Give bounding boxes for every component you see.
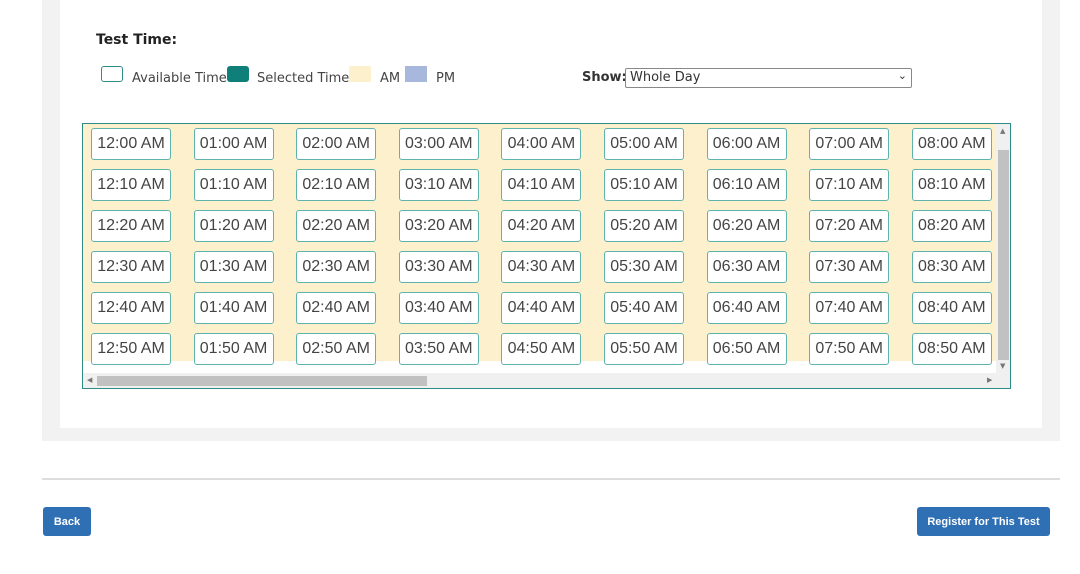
time-slot-grid: 12:00 AM 01:00 AM 02:00 AM 03:00 AM 04:00 AM… <box>82 123 1011 389</box>
time-slot-button[interactable]: 05:50 AM <box>604 333 684 365</box>
time-slot-button[interactable]: 06:50 AM <box>706 333 787 365</box>
time-slot-button[interactable]: 07:20 AM <box>809 210 890 242</box>
time-slot-button[interactable]: 04:10 AM <box>501 169 582 201</box>
time-slot-button[interactable]: 03:20 AM <box>398 210 479 242</box>
time-slot-button[interactable]: 06:20 AM <box>706 210 787 242</box>
time-slot-button[interactable]: 01:50 AM <box>193 333 274 365</box>
horizontal-scroll-thumb[interactable] <box>97 376 427 386</box>
time-slot-button[interactable]: 04:50 AM <box>501 333 582 365</box>
time-slot-button[interactable]: 02:50 AM <box>296 333 377 365</box>
time-slot-button[interactable]: 08:10 AM <box>911 169 992 201</box>
time-slot-button[interactable]: 02:20 AM <box>296 210 377 242</box>
time-slot-button[interactable]: 12:30 AM <box>91 251 171 283</box>
time-slot-button[interactable]: 05:00 AM <box>604 128 684 160</box>
time-slot-button[interactable]: 08:20 AM <box>911 210 992 242</box>
show-select[interactable]: Whole Day ⌄ <box>625 68 912 88</box>
am-swatch <box>349 66 371 82</box>
time-slot-button[interactable]: 06:10 AM <box>706 169 787 201</box>
available-swatch <box>101 66 123 82</box>
time-slot-button[interactable]: 02:10 AM <box>296 169 377 201</box>
time-slot-button[interactable]: 08:50 AM <box>911 333 992 365</box>
show-label: Show: <box>582 70 627 85</box>
time-slot-button[interactable]: 02:30 AM <box>296 251 377 283</box>
legend-pm: PM <box>436 71 456 86</box>
horizontal-scrollbar[interactable]: ◀ ▶ <box>83 373 1010 388</box>
time-slot-button[interactable]: 07:30 AM <box>809 251 890 283</box>
selected-swatch <box>227 66 249 82</box>
register-button[interactable]: Register for This Test <box>917 507 1050 536</box>
scroll-up-icon[interactable]: ▲ <box>1000 127 1005 135</box>
time-slot-button[interactable]: 02:40 AM <box>296 292 377 324</box>
scroll-down-icon[interactable]: ▼ <box>1000 362 1005 370</box>
time-slot-button[interactable]: 07:00 AM <box>809 128 890 160</box>
time-slot-button[interactable]: 01:10 AM <box>193 169 274 201</box>
time-slot-button[interactable]: 01:40 AM <box>193 292 274 324</box>
time-slot-button[interactable]: 08:40 AM <box>911 292 992 324</box>
time-slot-button[interactable]: 04:00 AM <box>501 128 582 160</box>
legend-am: AM <box>380 71 401 86</box>
time-slot-button[interactable]: 05:40 AM <box>604 292 684 324</box>
time-slot-button[interactable]: 01:20 AM <box>193 210 274 242</box>
time-slot-button[interactable]: 08:30 AM <box>911 251 992 283</box>
time-slot-button[interactable]: 05:30 AM <box>604 251 684 283</box>
pm-swatch <box>405 66 427 82</box>
time-slot-button[interactable]: 03:10 AM <box>398 169 479 201</box>
time-slot-button[interactable]: 04:30 AM <box>501 251 582 283</box>
time-slot-button[interactable]: 03:00 AM <box>398 128 479 160</box>
time-slot-button[interactable]: 12:10 AM <box>91 169 171 201</box>
legend-selected: Selected Time <box>257 71 350 86</box>
time-slot-button[interactable]: 04:40 AM <box>501 292 582 324</box>
time-slot-button[interactable]: 01:00 AM <box>193 128 274 160</box>
legend-available: Available Time <box>132 71 227 86</box>
chevron-down-icon: ⌄ <box>897 69 907 82</box>
test-time-title: Test Time: <box>96 32 178 48</box>
vertical-scrollbar[interactable]: ▲ ▼ <box>996 124 1010 374</box>
show-select-value: Whole Day <box>630 70 701 85</box>
back-button[interactable]: Back <box>43 507 91 536</box>
time-slot-button[interactable]: 04:20 AM <box>501 210 582 242</box>
time-slot-button[interactable]: 06:30 AM <box>706 251 787 283</box>
time-slot-button[interactable]: 08:00 AM <box>911 128 992 160</box>
time-slot-button[interactable]: 07:10 AM <box>809 169 890 201</box>
time-slot-button[interactable]: 12:20 AM <box>91 210 171 242</box>
vertical-scroll-thumb[interactable] <box>998 150 1009 360</box>
time-slot-button[interactable]: 05:20 AM <box>604 210 684 242</box>
time-slot-button[interactable]: 06:00 AM <box>706 128 787 160</box>
scroll-left-icon[interactable]: ◀ <box>87 376 92 384</box>
time-slot-button[interactable]: 12:50 AM <box>91 333 171 365</box>
time-slot-button[interactable]: 03:40 AM <box>398 292 479 324</box>
time-slot-button[interactable]: 06:40 AM <box>706 292 787 324</box>
time-slot-button[interactable]: 12:00 AM <box>91 128 171 160</box>
time-slot-button[interactable]: 03:50 AM <box>398 333 479 365</box>
time-slot-button[interactable]: 01:30 AM <box>193 251 274 283</box>
time-slot-button[interactable]: 02:00 AM <box>296 128 377 160</box>
divider <box>42 478 1060 480</box>
time-slot-button[interactable]: 07:40 AM <box>809 292 890 324</box>
time-slot-button[interactable]: 12:40 AM <box>91 292 171 324</box>
time-slot-button[interactable]: 05:10 AM <box>604 169 684 201</box>
time-slot-button[interactable]: 07:50 AM <box>809 333 890 365</box>
scroll-right-icon[interactable]: ▶ <box>987 376 992 384</box>
time-slot-button[interactable]: 03:30 AM <box>398 251 479 283</box>
